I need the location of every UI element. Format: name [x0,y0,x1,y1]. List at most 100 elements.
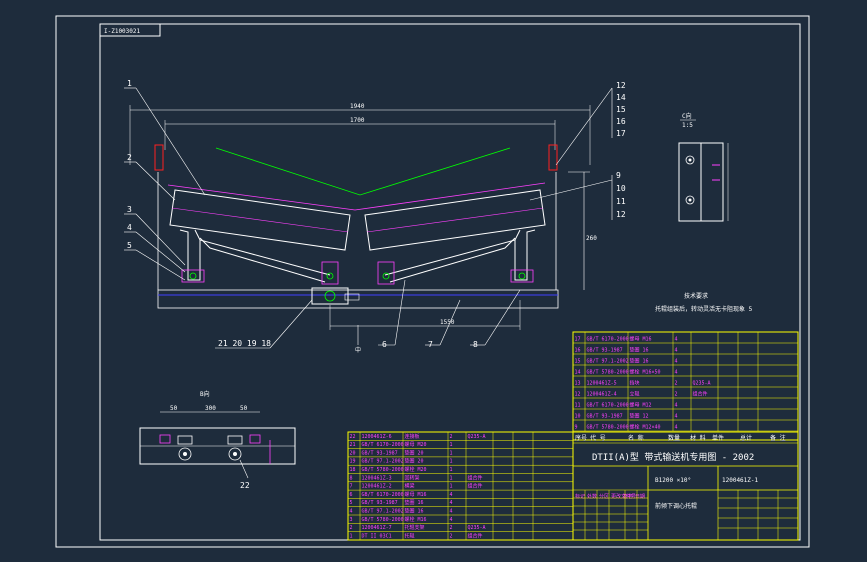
right-table-cell: 挡块 [630,380,640,387]
right-table-cell: 螺母 M12 [630,402,652,409]
leader-15: 15 [616,105,626,114]
cad-viewport[interactable]: I-Z1003021 1940 1700 260 1550 中 1 2 3 4 … [0,0,867,562]
left-table-cell: 4 [450,509,453,515]
leaders-left [124,87,206,281]
left-table-cell: 1 [450,475,453,481]
leaders-right-mid [529,175,613,220]
left-table-cell: 垫圈 16 [405,499,424,506]
left-table-cell: 螺母 M20 [405,441,427,448]
left-table-cell: 2 [450,434,453,440]
outer-frame [55,15,810,548]
right-table-cell: 4 [675,403,678,409]
right-table-cell: 17 [575,337,581,343]
right-table-cell: 螺栓 M16×50 [630,369,661,376]
sign-cell: 处数 [587,493,597,500]
left-table-cell: GB/T 6170-2000 [362,492,404,498]
left-table-cell: 垫圈 16 [405,508,424,515]
left-table-cell: 19 [350,459,356,465]
section-c-view: C向 1:5 [678,112,729,222]
right-table-cell: GB/T 93-1987 [587,414,623,420]
right-table-cell: GB/T 5780-2000 [587,425,629,431]
left-table-cell: 1 [450,459,453,465]
view-b: B向 50 300 50 22 [139,390,296,490]
title-block: 序号代 号 名 称 数量 材 料单件 总计 备 注 DTII(A)型 带式输送机专用图 -… [572,431,799,541]
leader-6: 6 [382,340,387,349]
right-table-cell: 垫圈 12 [630,413,649,420]
view-b-dim-2: 300 [205,405,216,412]
leader-22: 22 [240,481,250,490]
main-idler-view: 1940 1700 260 1550 中 [129,103,597,354]
leader-16: 16 [616,117,626,126]
header-cell: 总计 [740,434,752,442]
header-cell: 材 料 [690,434,706,442]
drawing-number: 1200461Z-1 [722,477,759,484]
left-table-cell: 1 [450,467,453,473]
right-table-cell: 15 [575,359,581,365]
left-table-cell: 横梁 [405,483,415,490]
left-table-cell: 1200461Z-6 [362,434,392,440]
right-table-cell: GB/T 93-1987 [587,348,623,354]
right-table-cell: 组合件 [693,391,708,398]
left-table-cell: 22 [350,434,356,440]
header-cell: 备 注 [770,434,786,442]
right-table-cell: 4 [675,348,678,354]
right-table-cell: 垫圈 16 [630,347,649,354]
left-table-cell: 18 [350,467,356,473]
right-parts-table: 17 GB/T 6170-2000 螺母 M16 416 GB/T 93-1987 垫圈 … [572,331,799,441]
right-table-cell: 4 [675,414,678,420]
left-table-cell: 1200461Z-3 [362,475,392,481]
project-title: DTII(A)型 带式输送机专用图 - 2002 [592,451,754,463]
header-cell: 代 号 [590,434,606,442]
right-table-cell: GB/T 5780-2000 [587,370,629,376]
left-table-cell: 7 [350,484,353,490]
right-table-cell: 4 [675,359,678,365]
leader-5: 5 [127,241,132,250]
left-table-cell: 1200461Z-7 [362,525,392,531]
left-table-cell: DT II 03C1 [362,533,392,539]
leader-9: 9 [616,171,621,180]
center-mark: 中 [355,346,361,354]
right-table-cell: 13 [575,381,581,387]
left-table-cell: 4 [450,517,453,523]
part-name: 前倾下调心托辊 [655,502,697,510]
right-table-cell: 螺母 M16 [630,336,652,343]
left-table-cell: Q235-A [468,434,486,440]
tech-note-text: 托辊组装后，转动灵活无卡阻现象 5 [655,305,753,313]
left-table-cell: GB/T 5780-2000 [362,517,404,523]
leader-12a: 12 [616,81,626,90]
left-table-cell: 1 [450,450,453,456]
left-table-cell: 垫圈 20 [405,449,424,456]
left-table-cell: 垫圈 20 [405,458,424,465]
left-vertical-roller [154,144,164,171]
dim-1550: 1550 [440,319,455,326]
left-table-cell: 2 [450,525,453,531]
left-table-cell: 2 [350,525,353,531]
left-table-cell: 5 [350,500,353,506]
leader-7: 7 [428,340,433,349]
sign-cell: 标记 [575,493,585,500]
left-table-cell: 1200461Z-2 [362,484,392,490]
right-table-cell: Q235-A [693,381,711,387]
leader-3: 3 [127,205,132,214]
right-table-cell: 1200461Z-5 [587,381,617,387]
right-table-cell: GB/T 6170-2000 [587,403,629,409]
right-table-cell: 16 [575,348,581,354]
right-table-cell: 2 [675,381,678,387]
left-table-cell: GB/T 93-1987 [362,450,398,456]
leader-21-18: 21 20 19 18 [218,339,271,348]
right-vertical-roller [548,144,558,171]
right-bracket [514,229,536,281]
left-table-cell: 8 [350,475,353,481]
section-c-label: C向 [682,112,692,120]
left-table-cell: 3 [350,517,353,523]
left-table-cell: 1 [350,533,353,539]
right-table-cell: GB/T 6170-2000 [587,337,629,343]
left-table-cell: GB/T 6170-2000 [362,442,404,448]
section-c-scale: 1:5 [682,122,693,129]
left-table-cell: 组合件 [468,483,483,490]
left-table-cell: GB/T 5780-2000 [362,467,404,473]
right-table-cell: 立辊 [630,391,640,398]
left-table-cell: 螺母 M16 [405,491,427,498]
belt-line [215,147,511,196]
sign-cell: 签名 [623,493,633,500]
